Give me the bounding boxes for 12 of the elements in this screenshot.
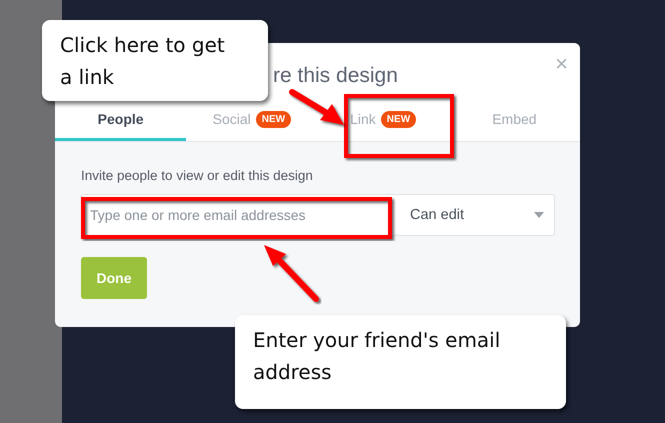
new-badge: NEW (256, 110, 292, 128)
arrow (289, 89, 344, 125)
callout-text: Click here to get a link (42, 20, 268, 101)
tab[interactable]: Embed (448, 100, 580, 141)
done-button[interactable]: Done (81, 257, 147, 299)
close-button[interactable]: × (555, 51, 568, 77)
callout-text: Enter your friend's email address (235, 315, 566, 409)
dialog-title: re this design (273, 64, 398, 88)
new-badge: NEW (380, 110, 416, 128)
invite-label: Invite people to view or edit this design (81, 168, 314, 183)
arrow (264, 245, 319, 302)
tab[interactable]: Social NEW (186, 100, 318, 141)
